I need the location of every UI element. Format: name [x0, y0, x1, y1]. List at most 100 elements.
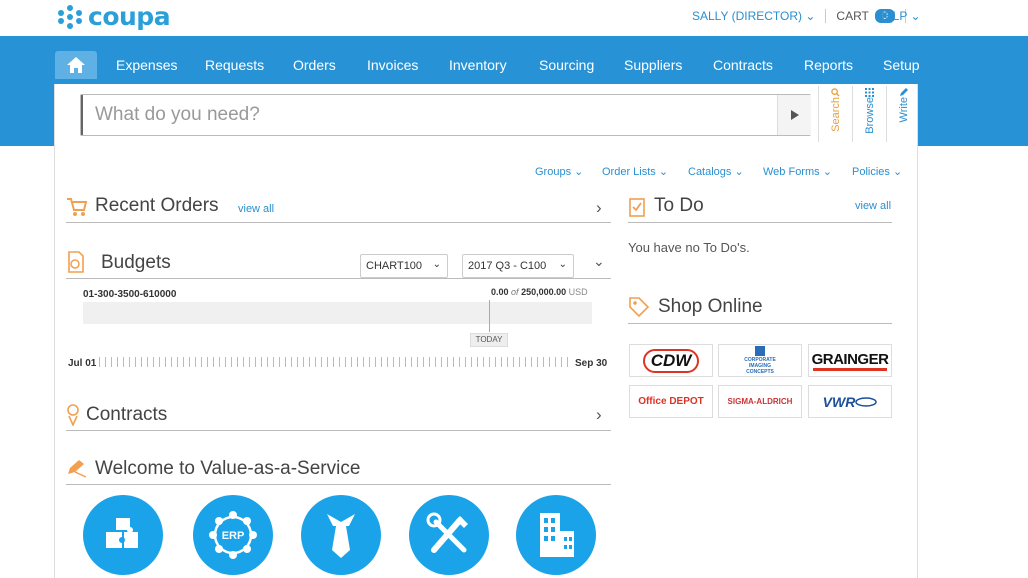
- contracts-expand-icon[interactable]: ›: [596, 405, 602, 425]
- divider: [66, 430, 611, 431]
- play-icon: [790, 110, 799, 120]
- supplier-cdw[interactable]: CDW: [629, 344, 713, 377]
- today-marker: [489, 300, 490, 332]
- tag-icon: [629, 297, 650, 318]
- erp-integration-button[interactable]: ERP: [193, 495, 273, 575]
- divider: [66, 222, 611, 223]
- search-input[interactable]: [81, 95, 777, 135]
- clipboard-check-icon: [629, 198, 645, 217]
- period-select-value: 2017 Q3 - C100: [468, 260, 547, 272]
- person-icon: [67, 404, 79, 426]
- supplier-sigma-aldrich[interactable]: SIGMA-ALDRICH: [718, 385, 802, 418]
- chart-select-value: CHART100: [366, 260, 423, 272]
- todo-title: To Do: [654, 195, 704, 216]
- home-button[interactable]: [55, 51, 97, 79]
- todo-empty-message: You have no To Do's.: [628, 240, 750, 255]
- chevron-down-icon: ⌄: [558, 259, 567, 270]
- pencil-icon: [900, 88, 908, 96]
- chart-select[interactable]: CHART100 ⌄: [360, 254, 448, 278]
- building-icon: [540, 513, 574, 557]
- nav-contracts[interactable]: Contracts: [713, 57, 773, 73]
- shop-online-title: Shop Online: [658, 296, 763, 317]
- nav-expenses[interactable]: Expenses: [116, 57, 177, 73]
- recent-orders-expand-icon[interactable]: ›: [596, 198, 602, 218]
- recent-orders-title: Recent Orders: [95, 195, 219, 216]
- budget-timeline: [99, 357, 571, 367]
- erp-label: ERP: [222, 530, 245, 542]
- nav-suppliers[interactable]: Suppliers: [624, 57, 682, 73]
- budget-currency: USD: [568, 287, 588, 297]
- budget-total: 250,000.00: [521, 287, 567, 297]
- grid-icon: [865, 88, 874, 97]
- nav-sourcing[interactable]: Sourcing: [539, 57, 594, 73]
- todo-view-all-link[interactable]: view all: [855, 200, 891, 212]
- budget-progress-bar: [83, 302, 592, 324]
- budget-document-icon: [68, 251, 84, 273]
- nav-reports[interactable]: Reports: [804, 57, 853, 73]
- search-mode-tabs: Search Browse Write: [818, 86, 920, 142]
- divider: [628, 323, 892, 324]
- nav-invoices[interactable]: Invoices: [367, 57, 418, 73]
- grainger-stripe: [813, 367, 887, 371]
- tab-search[interactable]: Search: [818, 86, 852, 142]
- necktie-icon: [327, 514, 355, 558]
- subnav-groups[interactable]: Groups ⌄: [535, 165, 583, 178]
- budget-spent: 0.00: [491, 287, 509, 297]
- enterprise-building-button[interactable]: [516, 495, 596, 575]
- pen-icon: [68, 460, 87, 478]
- supplier-vwr[interactable]: VWR: [808, 385, 892, 418]
- coupa-logo[interactable]: coupa: [56, 2, 171, 31]
- tab-browse[interactable]: Browse: [852, 86, 886, 142]
- today-label: TODAY: [470, 333, 508, 347]
- budgets-collapse-icon[interactable]: ⌄: [593, 253, 605, 270]
- timeline-start: Jul 01: [68, 358, 97, 369]
- supplier-vwr-label: VWR: [822, 393, 856, 410]
- supplier-corporate-imaging[interactable]: CORPORATE IMAGING CONCEPTS: [718, 344, 802, 377]
- tab-browse-label: Browse: [863, 97, 876, 134]
- recent-orders-view-all-link[interactable]: view all: [238, 203, 274, 215]
- erp-network-icon: ERP: [209, 511, 257, 559]
- top-bar: coupa SALLY (DIRECTOR) ⌄ CART 0 HELP ⌄: [0, 0, 1028, 36]
- main-panel: [54, 84, 918, 578]
- search-submit-button[interactable]: [777, 95, 811, 135]
- vwr-swoosh-icon: [855, 396, 878, 407]
- corporate-imaging-logo-icon: [755, 346, 765, 356]
- period-select[interactable]: 2017 Q3 - C100 ⌄: [462, 254, 574, 278]
- contracts-title: Contracts: [86, 404, 168, 425]
- subnav-policies[interactable]: Policies ⌄: [852, 165, 902, 178]
- tab-write[interactable]: Write: [886, 86, 920, 142]
- tools-support-button[interactable]: [409, 495, 489, 575]
- supplier-grainger-label: GRAINGER: [811, 350, 889, 368]
- puzzle-icon: [106, 518, 138, 548]
- subnav-order-lists[interactable]: Order Lists ⌄: [602, 165, 668, 178]
- home-icon: [67, 57, 85, 73]
- nav-setup[interactable]: Setup: [883, 57, 920, 73]
- subnav-web-forms[interactable]: Web Forms ⌄: [763, 165, 832, 178]
- divider: [628, 222, 892, 223]
- nav-requests[interactable]: Requests: [205, 57, 264, 73]
- budgets-title: Budgets: [101, 252, 171, 273]
- supplier-grainger[interactable]: GRAINGER: [808, 344, 892, 377]
- timeline-end: Sep 30: [575, 358, 608, 369]
- divider: [825, 9, 827, 23]
- tab-search-label: Search: [829, 97, 842, 132]
- divider: [66, 484, 611, 485]
- professional-services-button[interactable]: [301, 495, 381, 575]
- integration-puzzle-button[interactable]: [83, 495, 163, 575]
- supplier-cdw-label: CDW: [642, 348, 700, 373]
- divider: [66, 278, 611, 279]
- user-menu[interactable]: SALLY (DIRECTOR) ⌄: [692, 9, 815, 23]
- shopping-cart-icon: [67, 198, 88, 216]
- help-menu[interactable]: HELP ⌄: [876, 9, 921, 23]
- tools-icon: [426, 512, 468, 553]
- supplier-office-depot[interactable]: Office DEPOT: [629, 385, 713, 418]
- nav-inventory[interactable]: Inventory: [449, 57, 507, 73]
- subnav-catalogs[interactable]: Catalogs ⌄: [688, 165, 744, 178]
- search-box: [80, 94, 811, 136]
- budget-of: of: [511, 287, 519, 297]
- budget-account: 01-300-3500-610000: [83, 289, 177, 300]
- chevron-down-icon: ⌄: [432, 259, 441, 270]
- welcome-title: Welcome to Value-as-a-Service: [95, 458, 361, 479]
- nav-orders[interactable]: Orders: [293, 57, 336, 73]
- coupa-logo-icon: [58, 4, 82, 29]
